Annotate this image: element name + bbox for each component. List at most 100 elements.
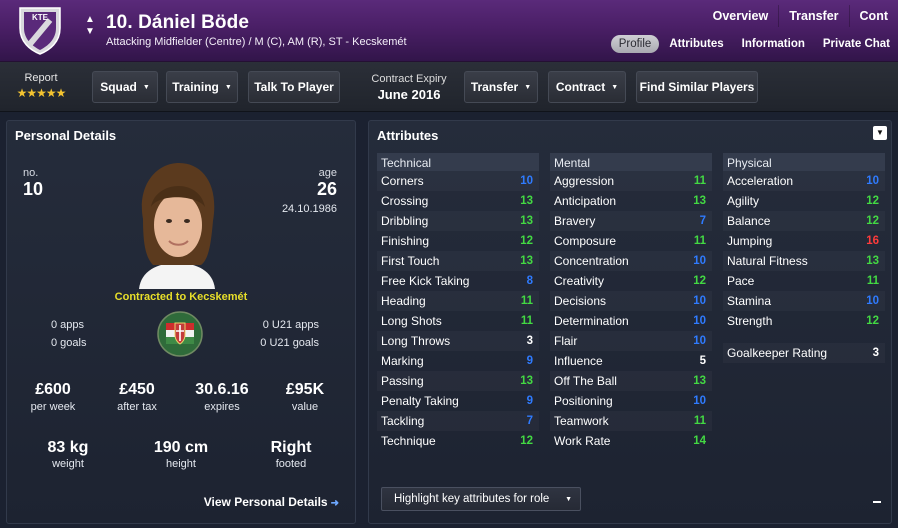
attribute-row[interactable]: Dribbling 13 <box>377 211 539 231</box>
tab-contract[interactable]: Cont <box>848 5 898 27</box>
top-tabs: Overview Transfer Cont <box>703 5 898 27</box>
highlight-role-select[interactable]: Highlight key attributes for role ▼ <box>381 487 581 511</box>
attribute-row[interactable]: Bravery 7 <box>550 211 712 231</box>
attribute-value: 11 <box>866 275 879 287</box>
attribute-name: Aggression <box>554 174 615 188</box>
attribute-row[interactable]: Tackling 7 <box>377 411 539 431</box>
attribute-value: 12 <box>866 315 879 327</box>
attribute-value: 11 <box>693 415 706 427</box>
attribute-name: Jumping <box>727 234 773 248</box>
attribute-value: 10 <box>866 295 879 307</box>
attribute-name: Corners <box>381 174 424 188</box>
attribute-row[interactable]: Aggression 11 <box>550 171 712 191</box>
attribute-row[interactable]: Decisions 10 <box>550 291 712 311</box>
attribute-value: 9 <box>526 395 533 407</box>
attribute-row[interactable]: Anticipation 13 <box>550 191 712 211</box>
attribute-row[interactable]: Determination 10 <box>550 311 712 331</box>
attribute-value: 9 <box>526 355 533 367</box>
attribute-name: Stamina <box>727 294 772 308</box>
previous-player-arrow-icon[interactable]: ▲ <box>84 14 96 26</box>
club-badge-icon[interactable]: KTE <box>16 6 64 56</box>
u21-apps-count: 0 U21 apps <box>262 319 319 331</box>
attribute-row[interactable]: Balance 12 <box>723 211 885 231</box>
squad-button[interactable]: Squad ▼ <box>92 71 158 103</box>
attribute-value: 11 <box>520 315 533 327</box>
attribute-row[interactable]: Marking 9 <box>377 351 539 371</box>
attribute-row[interactable]: Free Kick Taking 8 <box>377 271 539 291</box>
subtab-information[interactable]: Information <box>734 35 813 53</box>
attribute-name: Long Throws <box>381 334 451 348</box>
nationality-flag-icon[interactable] <box>157 311 203 357</box>
attribute-row[interactable]: Technique 12 <box>377 431 539 451</box>
attribute-row[interactable]: Positioning 10 <box>550 391 712 411</box>
attribute-row[interactable]: Penalty Taking 9 <box>377 391 539 411</box>
attribute-row[interactable]: Teamwork 11 <box>550 411 712 431</box>
attribute-name: Decisions <box>554 294 607 308</box>
weight-label: weight <box>52 458 84 470</box>
squad-button-label: Squad <box>100 80 137 94</box>
view-personal-details-link[interactable]: View Personal Details ➜ <box>204 495 339 509</box>
attribute-row[interactable]: Strength 12 <box>723 311 885 331</box>
training-button[interactable]: Training ▼ <box>166 71 238 103</box>
attribute-row[interactable]: Creativity 12 <box>550 271 712 291</box>
subtab-private-chat[interactable]: Private Chat <box>815 35 898 53</box>
subtab-attributes[interactable]: Attributes <box>661 35 731 53</box>
attribute-name: First Touch <box>381 254 440 268</box>
weight-value: 83 kg <box>47 439 89 456</box>
attribute-row[interactable]: Composure 11 <box>550 231 712 251</box>
find-similar-players-button[interactable]: Find Similar Players <box>636 71 758 103</box>
training-button-label: Training <box>172 80 219 94</box>
attributes-title: Attributes <box>377 128 439 143</box>
u21-goals-count: 0 U21 goals <box>260 337 319 349</box>
attribute-row[interactable]: First Touch 13 <box>377 251 539 271</box>
contract-button[interactable]: Contract ▼ <box>548 71 626 103</box>
attribute-value: 14 <box>693 435 706 447</box>
attribute-row[interactable]: Corners 10 <box>377 171 539 191</box>
talk-to-player-button[interactable]: Talk To Player <box>248 71 340 103</box>
attribute-row[interactable]: Influence 5 <box>550 351 712 371</box>
attribute-row[interactable]: Long Throws 3 <box>377 331 539 351</box>
player-positions: Attacking Midfielder (Centre) / M (C), A… <box>106 36 407 48</box>
attribute-row[interactable]: Natural Fitness 13 <box>723 251 885 271</box>
attribute-row[interactable]: Stamina 10 <box>723 291 885 311</box>
tab-overview[interactable]: Overview <box>703 5 779 27</box>
view-personal-details-label: View Personal Details <box>203 495 328 509</box>
goalkeeper-rating-row: Goalkeeper Rating 3 <box>723 343 885 363</box>
attribute-row[interactable]: Agility 12 <box>723 191 885 211</box>
tab-transfer[interactable]: Transfer <box>778 5 848 27</box>
attribute-row[interactable]: Jumping 16 <box>723 231 885 251</box>
attribute-row[interactable]: Acceleration 10 <box>723 171 885 191</box>
contract-expiry-value: June 2016 <box>377 87 441 102</box>
attribute-row[interactable]: Work Rate 14 <box>550 431 712 451</box>
attribute-row[interactable]: Off The Ball 13 <box>550 371 712 391</box>
collapse-minus-icon[interactable] <box>873 501 881 503</box>
scout-report[interactable]: Report ★★★★★ <box>8 72 74 100</box>
attribute-row[interactable]: Pace 11 <box>723 271 885 291</box>
contract-expiry-label: Contract Expiry <box>371 73 447 85</box>
arrow-right-icon: ➜ <box>330 498 339 509</box>
attribute-value: 13 <box>520 195 533 207</box>
attribute-value: 10 <box>693 335 706 347</box>
attribute-row[interactable]: Heading 11 <box>377 291 539 311</box>
attribute-row[interactable]: Crossing 13 <box>377 191 539 211</box>
attribute-row[interactable]: Passing 13 <box>377 371 539 391</box>
attribute-name: Teamwork <box>554 414 609 428</box>
attributes-panel: Attributes ▼ Technical Corners 10 Crossing… <box>368 120 892 524</box>
attribute-value: 13 <box>520 255 533 267</box>
contract-expires-value: 30.6.16 <box>195 381 249 398</box>
panel-menu-dropdown-icon[interactable]: ▼ <box>873 126 887 140</box>
attribute-value: 13 <box>693 195 706 207</box>
attribute-name: Strength <box>727 314 773 328</box>
technical-column: Technical Corners 10 Crossing 13 Dribbling 13… <box>377 153 539 451</box>
attribute-value: 13 <box>520 215 533 227</box>
attribute-row[interactable]: Long Shots 11 <box>377 311 539 331</box>
player-value: £95K <box>285 381 325 398</box>
attribute-value: 12 <box>866 215 879 227</box>
transfer-button[interactable]: Transfer ▼ <box>464 71 538 103</box>
next-player-arrow-icon[interactable]: ▼ <box>84 26 96 38</box>
subtab-profile[interactable]: Profile <box>610 35 660 53</box>
attribute-name: Positioning <box>554 394 613 408</box>
attribute-row[interactable]: Finishing 12 <box>377 231 539 251</box>
attribute-row[interactable]: Concentration 10 <box>550 251 712 271</box>
attribute-row[interactable]: Flair 10 <box>550 331 712 351</box>
